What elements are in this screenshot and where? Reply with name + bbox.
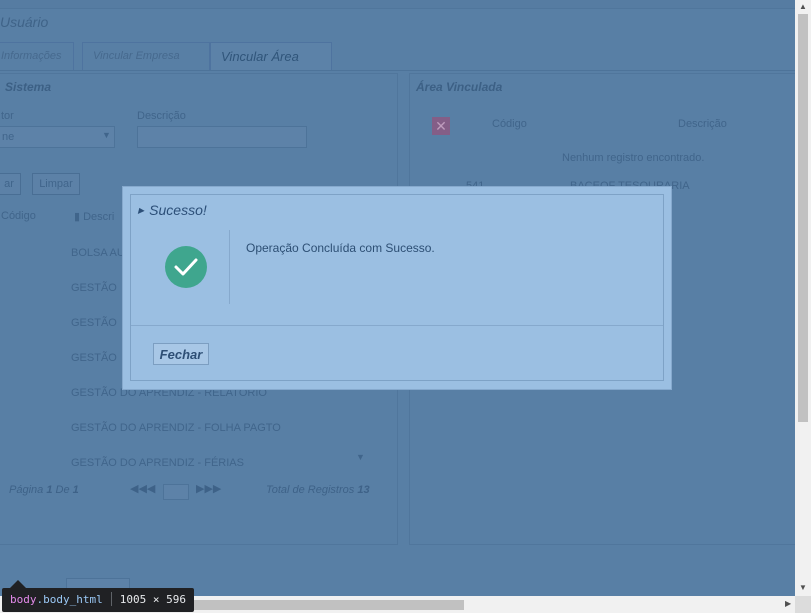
- dialog-divider: [229, 230, 230, 304]
- devtools-tooltip: body.body_html 1005 × 596: [2, 588, 194, 612]
- dialog-message: Operação Concluída com Sucesso.: [246, 241, 435, 255]
- scroll-right-icon[interactable]: ▶: [785, 599, 791, 608]
- check-circle-icon: [165, 246, 207, 288]
- close-button[interactable]: Fechar: [153, 343, 209, 365]
- scroll-down-icon[interactable]: ▼: [799, 583, 807, 592]
- success-dialog: ▶ Sucesso! Operação Concluída com Sucesso…: [122, 186, 672, 390]
- horizontal-scroll-thumb[interactable]: [168, 600, 464, 610]
- triangle-icon: ▶: [138, 206, 145, 215]
- dialog-body: ▶ Sucesso! Operação Concluída com Sucesso…: [130, 194, 664, 381]
- scroll-up-icon[interactable]: ▲: [799, 2, 807, 11]
- dialog-footer-divider: [131, 325, 663, 326]
- vertical-scrollbar[interactable]: ▲ ▼: [795, 0, 811, 596]
- scrollbar-corner: [795, 596, 811, 613]
- dialog-title: ▶ Sucesso!: [138, 202, 207, 218]
- devtools-tooltip-arrow: [10, 580, 26, 588]
- vertical-scroll-thumb[interactable]: [798, 14, 808, 422]
